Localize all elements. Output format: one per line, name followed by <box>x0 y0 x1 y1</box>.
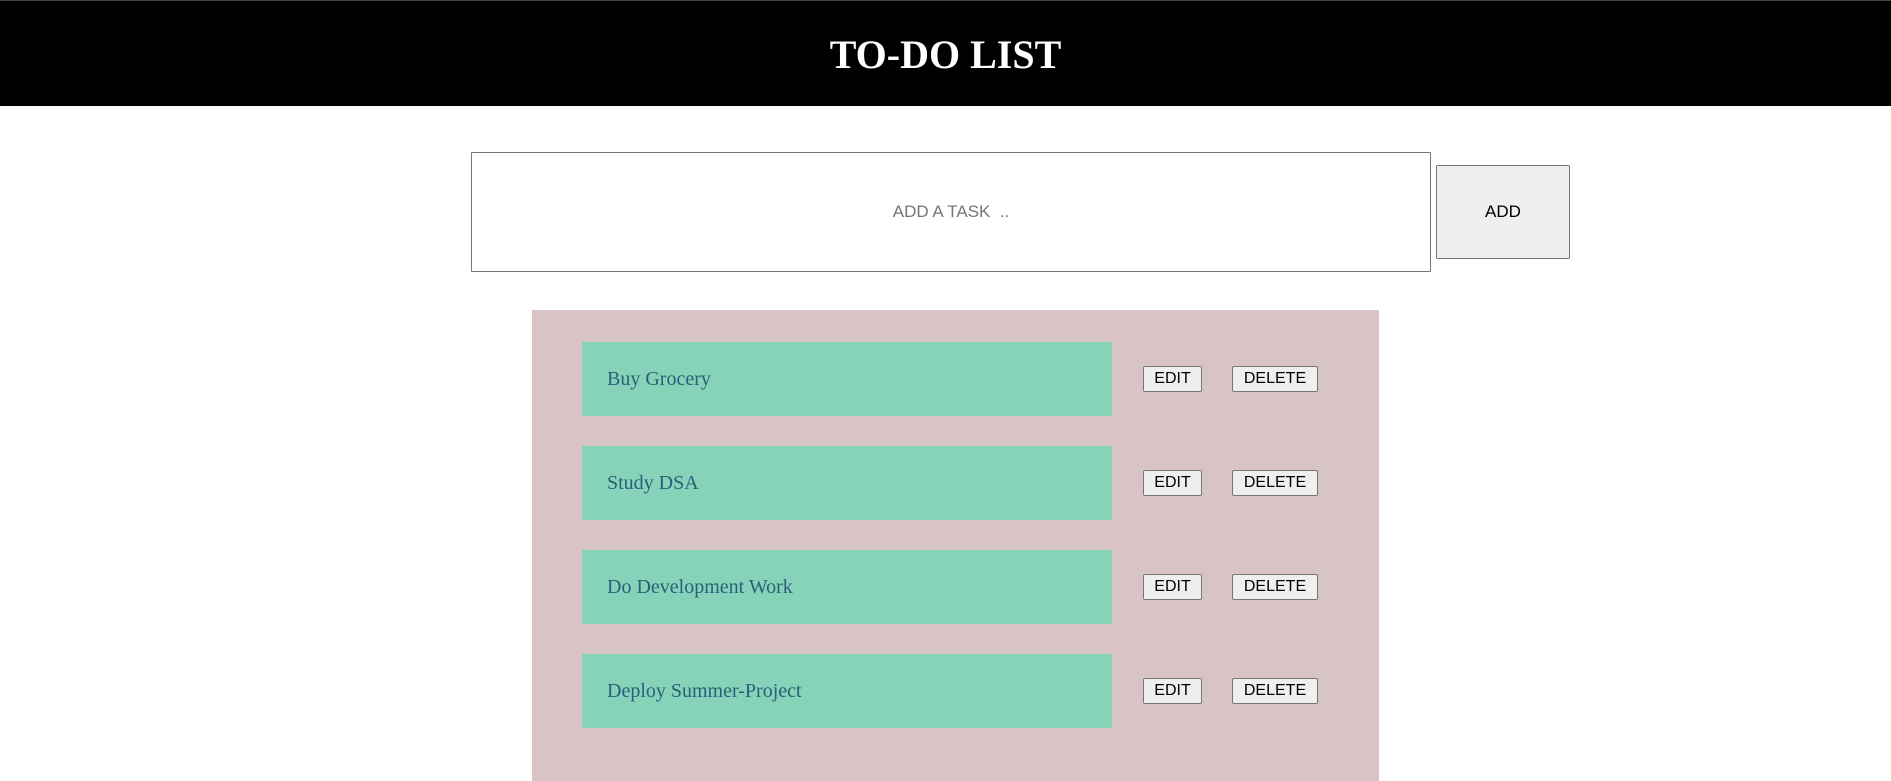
edit-button[interactable]: EDIT <box>1143 574 1202 600</box>
app-header: TO-DO LIST <box>0 0 1891 106</box>
page-title: TO-DO LIST <box>829 32 1062 77</box>
list-item: Study DSA EDIT DELETE <box>532 446 1379 520</box>
list-item: Do Development Work EDIT DELETE <box>532 550 1379 624</box>
task-list: Buy Grocery EDIT DELETE Study DSA EDIT D… <box>532 310 1379 781</box>
task-label: Study DSA <box>582 446 1112 520</box>
task-label: Deploy Summer-Project <box>582 654 1112 728</box>
delete-button[interactable]: DELETE <box>1232 470 1318 496</box>
edit-button[interactable]: EDIT <box>1143 678 1202 704</box>
delete-button[interactable]: DELETE <box>1232 678 1318 704</box>
delete-button[interactable]: DELETE <box>1232 366 1318 392</box>
task-label: Do Development Work <box>582 550 1112 624</box>
task-label: Buy Grocery <box>582 342 1112 416</box>
add-task-input[interactable] <box>471 152 1431 272</box>
delete-button[interactable]: DELETE <box>1232 574 1318 600</box>
list-item: Deploy Summer-Project EDIT DELETE <box>532 654 1379 728</box>
edit-button[interactable]: EDIT <box>1143 470 1202 496</box>
edit-button[interactable]: EDIT <box>1143 366 1202 392</box>
add-task-button[interactable]: ADD <box>1436 165 1570 259</box>
list-item: Buy Grocery EDIT DELETE <box>532 342 1379 416</box>
